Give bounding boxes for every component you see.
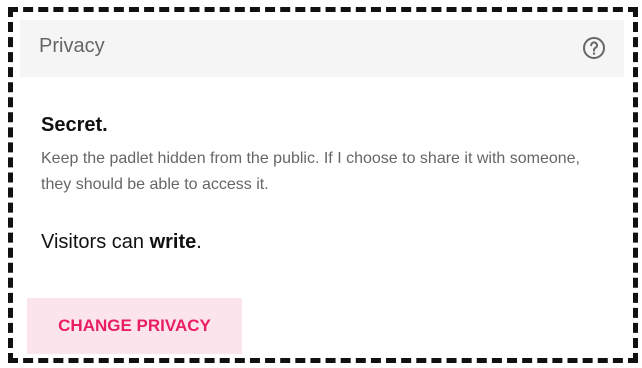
change-privacy-button[interactable]: CHANGE PRIVACY — [27, 298, 242, 354]
privacy-description: Keep the padlet hidden from the public. … — [41, 150, 580, 193]
privacy-level: Secret. — [41, 114, 108, 137]
panel-title: Privacy — [39, 35, 105, 57]
panel-header: Privacy — [20, 20, 624, 77]
privacy-level-name: Secret — [41, 114, 103, 136]
visitor-permission-value: write — [149, 231, 197, 253]
visitor-permission-suffix: . — [196, 231, 202, 253]
help-circle-icon[interactable] — [582, 36, 606, 60]
visitor-permission: Visitors can write. — [41, 231, 202, 254]
privacy-panel: Privacy Secret. Keep the padlet hidden f… — [20, 20, 624, 354]
visitor-permission-prefix: Visitors can — [41, 231, 150, 253]
privacy-level-suffix: . — [102, 114, 108, 136]
